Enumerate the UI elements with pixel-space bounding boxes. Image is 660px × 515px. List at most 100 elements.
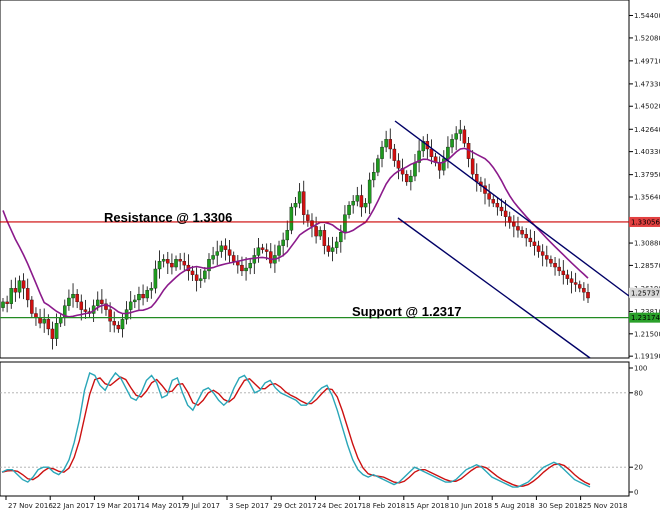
price-tick-label: 1.40330 xyxy=(634,148,660,156)
price-tick-label: 1.19190 xyxy=(634,353,660,361)
candle-body xyxy=(174,259,178,268)
candle-body xyxy=(404,174,409,183)
candle-body xyxy=(524,234,528,239)
candle-body xyxy=(355,195,360,202)
candle-body xyxy=(264,249,269,252)
candle-body xyxy=(34,313,38,318)
candle-body xyxy=(314,226,318,237)
candle-body xyxy=(409,175,413,183)
forex-chart: 1.54400 1.52080 1.49710 1.47330 1.45020 1.426… xyxy=(0,0,660,515)
candle-body xyxy=(25,288,30,301)
price-tick-label: 1.37950 xyxy=(634,171,660,179)
candle-body xyxy=(376,158,380,173)
candle-body xyxy=(1,301,5,308)
price-tick-label: 1.49710 xyxy=(634,57,660,65)
resistance-tag-text: 1.33056 xyxy=(631,218,660,226)
candle-body xyxy=(256,247,261,256)
candle-body xyxy=(277,245,281,256)
candle-body xyxy=(252,255,257,264)
candle-body xyxy=(289,206,294,231)
candle-body xyxy=(116,324,121,330)
time-tick-label: 30 Sep 2018 xyxy=(538,502,582,510)
support-annotation: Support @ 1.2317 xyxy=(352,304,461,319)
candle-body xyxy=(203,270,207,279)
candle-body xyxy=(46,319,51,330)
candle-body xyxy=(248,263,252,269)
candle-body xyxy=(326,245,331,252)
candle-body xyxy=(281,239,285,246)
candle-body xyxy=(413,162,417,177)
candle-body xyxy=(569,278,574,283)
time-tick-label: 27 Nov 2016 xyxy=(8,502,53,510)
candle-body xyxy=(297,191,302,204)
candle-body xyxy=(75,293,79,303)
price-tick-label: 1.47330 xyxy=(634,80,660,88)
candle-body xyxy=(470,158,475,175)
candle-body xyxy=(330,247,335,252)
candle-body xyxy=(396,160,401,169)
candle-body xyxy=(223,245,228,250)
candle-body xyxy=(503,210,508,217)
candle-body xyxy=(446,146,450,159)
time-tick-label: 14 May 2017 xyxy=(141,502,187,510)
candle-body xyxy=(540,251,545,256)
candle-body xyxy=(536,245,541,252)
candle-body xyxy=(565,274,570,279)
price-tick-label: 1.21500 xyxy=(634,330,660,338)
candle-body xyxy=(13,288,18,293)
candle-body xyxy=(240,264,244,272)
candle-body xyxy=(454,133,458,140)
candle-body xyxy=(137,293,141,301)
candle-body xyxy=(450,139,454,148)
candle-body xyxy=(582,288,586,293)
candle-body xyxy=(120,319,125,330)
candle-body xyxy=(54,323,59,339)
candle-body xyxy=(372,172,376,181)
candle-body xyxy=(161,259,166,262)
candle-body xyxy=(553,263,557,268)
time-tick-label: 19 Mar 2017 xyxy=(96,502,140,510)
candle-body xyxy=(359,195,364,208)
candle-body xyxy=(21,280,26,289)
candle-body xyxy=(50,328,55,339)
candle-body xyxy=(516,226,520,231)
candle-body xyxy=(108,309,112,322)
candle-body xyxy=(149,288,154,291)
candle-body xyxy=(269,251,273,264)
candle-body xyxy=(285,230,290,241)
candle-body xyxy=(499,206,504,212)
candle-body xyxy=(561,270,566,275)
candle-body xyxy=(388,139,393,150)
support-tag-text: 1.23174 xyxy=(631,314,660,322)
candle-body xyxy=(244,267,248,272)
candle-body xyxy=(573,282,578,285)
candle-body xyxy=(392,148,397,161)
candle-body xyxy=(215,251,219,256)
candle-body xyxy=(231,255,236,262)
price-tick-label: 1.52080 xyxy=(634,34,660,42)
candle-body xyxy=(67,297,71,306)
candle-body xyxy=(166,259,170,264)
candle-body xyxy=(301,191,306,215)
candle-body xyxy=(112,321,116,326)
oscillator-tick-label: 80 xyxy=(634,389,643,397)
candle-body xyxy=(157,261,162,270)
candle-body xyxy=(153,268,158,289)
candle-body xyxy=(458,129,463,134)
candle-body xyxy=(343,214,347,233)
candle-body xyxy=(429,148,434,157)
resistance-annotation: Resistance @ 1.3306 xyxy=(104,210,232,225)
candle-body xyxy=(322,230,327,246)
candle-body xyxy=(178,259,182,262)
candle-body xyxy=(363,203,368,208)
candle-body xyxy=(442,158,446,171)
price-tick-label: 1.28570 xyxy=(634,262,660,270)
candle-body xyxy=(71,293,75,299)
time-tick-label: 15 Apr 2018 xyxy=(406,502,449,510)
candle-body xyxy=(462,129,467,144)
price-tick-label: 1.42640 xyxy=(634,126,660,134)
time-tick-label: 25 Nov 2018 xyxy=(583,502,628,510)
candle-body xyxy=(30,299,34,314)
candle-body xyxy=(549,259,553,264)
candle-body xyxy=(96,299,100,306)
